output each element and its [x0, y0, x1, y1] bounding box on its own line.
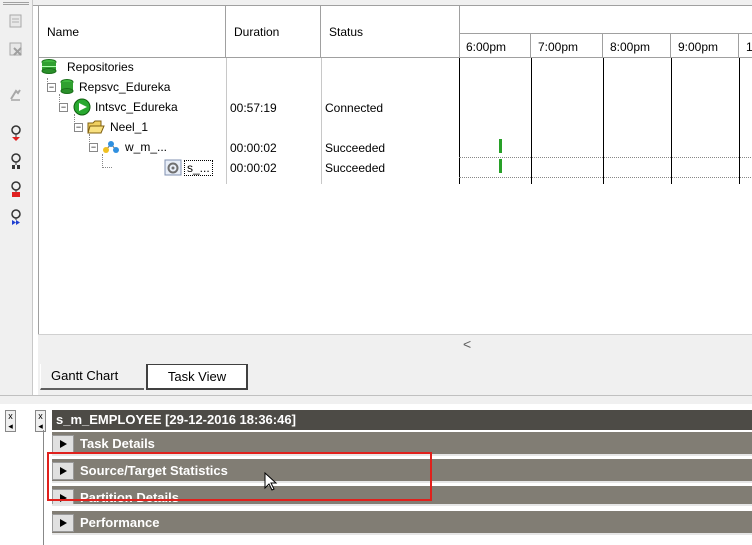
- gantt-bar-session[interactable]: [499, 159, 502, 173]
- tree-row-label: Intsvc_Edureka: [95, 100, 178, 114]
- highlight-annotation: [47, 452, 432, 501]
- collapse-toggle[interactable]: −: [74, 123, 83, 132]
- section-performance[interactable]: Performance: [52, 511, 752, 535]
- collapse-toggle[interactable]: −: [59, 103, 68, 112]
- column-divider: [321, 58, 322, 184]
- abort-workflow-icon[interactable]: [4, 178, 28, 200]
- tree-row-label: Repsvc_Edureka: [79, 80, 171, 94]
- gantt-divider: [671, 58, 672, 184]
- duration-cell: 00:00:02: [230, 141, 277, 155]
- workflow-icon: [103, 141, 119, 153]
- tree-row-label: Neel_1: [110, 120, 149, 134]
- gantt-divider: [739, 58, 740, 184]
- collapse-toggle[interactable]: −: [47, 83, 56, 92]
- pane-splitter[interactable]: [0, 396, 752, 404]
- gantt-bar-workflow[interactable]: [499, 139, 502, 153]
- dock-pane-icon[interactable]: x ◂: [35, 410, 46, 432]
- task-grid[interactable]: Name Duration Status 6:00pm 7:00pm 8:00p…: [38, 6, 752, 334]
- integration-service-icon: [73, 98, 91, 116]
- time-header-7pm: 7:00pm: [531, 34, 603, 58]
- collapse-toggle[interactable]: −: [89, 143, 98, 152]
- stop-workflow-icon[interactable]: [4, 150, 28, 172]
- repository-db-icon: [41, 59, 57, 74]
- time-header-9pm: 9:00pm: [671, 34, 739, 58]
- start-workflow-icon[interactable]: [4, 122, 28, 144]
- status-cell: Succeeded: [325, 161, 386, 175]
- view-tabs: Gantt Chart Task View: [38, 352, 752, 395]
- column-divider: [226, 58, 227, 184]
- edit-task-icon[interactable]: [4, 10, 28, 32]
- folder-icon: [87, 120, 105, 134]
- tree-row-label: s_...: [184, 160, 213, 176]
- status-cell: Connected: [325, 101, 384, 115]
- time-header-band: [459, 6, 752, 34]
- time-header-next: 1: [739, 34, 752, 58]
- time-header-6pm: 6:00pm: [459, 34, 531, 58]
- column-header-status[interactable]: Status: [321, 6, 460, 58]
- resume-workflow-icon[interactable]: [4, 206, 28, 228]
- monitor-main-panel: Name Duration Status 6:00pm 7:00pm 8:00p…: [33, 0, 752, 395]
- tree-row-label: w_m_...: [125, 140, 168, 154]
- gantt-divider: [603, 58, 604, 184]
- status-cell: Succeeded: [325, 141, 386, 155]
- duration-cell: 00:00:02: [230, 161, 277, 175]
- repository-db-icon: [60, 79, 74, 94]
- gantt-divider: [459, 58, 460, 184]
- tree-row-label: Repositories: [67, 60, 134, 74]
- column-header-name[interactable]: Name: [39, 6, 226, 58]
- tab-task-view[interactable]: Task View: [146, 364, 248, 390]
- time-header-8pm: 8:00pm: [603, 34, 671, 58]
- horizontal-scrollbar[interactable]: <: [38, 334, 752, 352]
- toolbar-grip[interactable]: [3, 2, 29, 5]
- gantt-row-separator: [459, 177, 752, 178]
- tab-gantt-chart[interactable]: Gantt Chart: [40, 364, 144, 390]
- expand-arrow-icon[interactable]: [52, 435, 74, 453]
- vertical-toolbar: [0, 0, 33, 395]
- expand-arrow-icon[interactable]: [52, 514, 74, 532]
- duration-cell: 00:57:19: [230, 101, 277, 115]
- scroll-left-icon[interactable]: <: [463, 336, 471, 352]
- mouse-cursor-icon: [264, 472, 278, 491]
- gantt-divider: [531, 58, 532, 184]
- gantt-row-separator: [459, 157, 752, 158]
- column-header-duration[interactable]: Duration: [226, 6, 321, 58]
- details-title-bar: s_m_EMPLOYEE [29-12-2016 18:36:46]: [52, 410, 752, 430]
- close-pane-icon[interactable]: x ◂: [5, 410, 16, 432]
- properties-icon[interactable]: [4, 84, 28, 106]
- delete-task-icon[interactable]: [4, 38, 28, 60]
- session-icon: [164, 159, 182, 176]
